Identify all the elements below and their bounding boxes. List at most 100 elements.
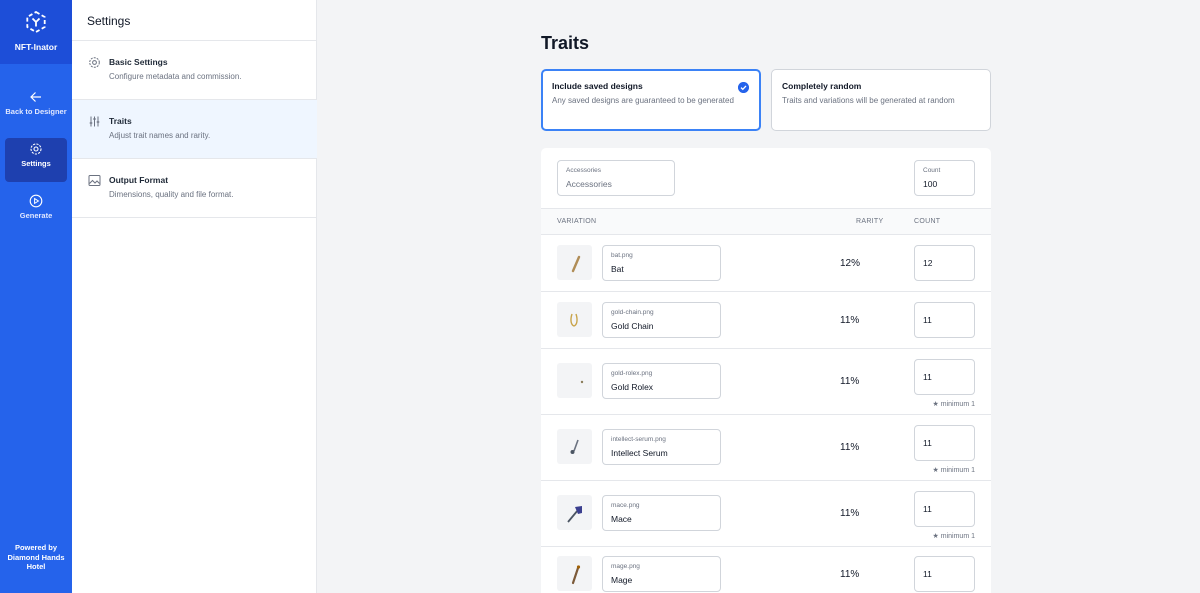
brand[interactable]: NFT-Inator: [0, 0, 72, 64]
count-value: 11: [923, 569, 932, 579]
powered-by: Powered by Diamond Hands Hotel: [7, 543, 65, 571]
app-rail: NFT-Inator Back to Designer Settings Gen…: [0, 0, 72, 593]
settings-item-traits[interactable]: Traits Adjust trait names and rarity.: [72, 100, 317, 159]
variation-name-field[interactable]: mace.png Mace: [602, 495, 721, 531]
variation-thumbnail[interactable]: [557, 245, 592, 280]
sliders-icon: [89, 116, 100, 127]
column-count: COUNT: [914, 218, 941, 225]
table-row: gold-rolex.png Gold Rolex 11% 11 ★ minim…: [541, 349, 991, 415]
variation-file: mage.png: [611, 563, 640, 570]
settings-item-output-format[interactable]: Output Format Dimensions, quality and fi…: [72, 159, 317, 218]
variation-name: Gold Rolex: [611, 382, 654, 392]
variation-name-field[interactable]: gold-rolex.png Gold Rolex: [602, 363, 721, 399]
bat-icon: [571, 255, 581, 273]
option-description: Any saved designs are guaranteed to be g…: [552, 96, 734, 105]
variation-thumbnail[interactable]: [557, 302, 592, 337]
table-row: mage.png Mage 11% 11: [541, 547, 991, 593]
variation-name: Gold Chain: [611, 321, 654, 331]
count-value: 11: [923, 315, 932, 325]
minimum-note: ★ minimum 1: [932, 401, 975, 408]
variation-file: bat.png: [611, 252, 633, 259]
count-value: 12: [923, 258, 933, 268]
variation-count-input[interactable]: 11: [914, 359, 975, 395]
panel-title: Settings: [87, 14, 131, 28]
variation-name: Intellect Serum: [611, 448, 668, 458]
variation-name-field[interactable]: bat.png Bat: [602, 245, 721, 281]
table-row: mace.png Mace 11% 11 ★ minimum 1: [541, 481, 991, 547]
variation-thumbnail[interactable]: [557, 363, 592, 398]
variation-name-field[interactable]: gold-chain.png Gold Chain: [602, 302, 721, 338]
variation-rarity: 11%: [840, 376, 860, 387]
table-header: VARIATION RARITY COUNT: [541, 208, 991, 235]
table-row: intellect-serum.png Intellect Serum 11% …: [541, 415, 991, 481]
gear-icon: [89, 57, 100, 68]
gear-icon: [30, 143, 42, 155]
minimum-note: ★ minimum 1: [932, 533, 975, 540]
field-value: Accessories: [566, 179, 612, 189]
trait-card: Accessories Accessories Count 100 VARIAT…: [541, 148, 991, 593]
settings-panel: Settings Basic Settings Configure metada…: [72, 0, 317, 593]
count-value: 11: [923, 372, 932, 382]
arrow-left-icon: [30, 92, 41, 102]
variation-rarity: 11%: [840, 569, 860, 580]
logo-icon: [26, 11, 46, 33]
page-title: Traits: [541, 33, 590, 53]
count-value: 11: [923, 504, 932, 514]
table-row: bat.png Bat 12% 12: [541, 235, 991, 292]
play-circle-icon: [29, 194, 43, 208]
main-content: Traits Include saved designs Any saved d…: [317, 0, 1200, 593]
column-variation: VARIATION: [557, 218, 597, 225]
variation-rarity: 11%: [840, 508, 860, 519]
rail-item-label: Generate: [19, 211, 53, 220]
option-completely-random[interactable]: Completely random Traits and variations …: [771, 69, 991, 131]
settings-item-description: Adjust trait names and rarity.: [109, 131, 211, 140]
settings-item-description: Dimensions, quality and file format.: [109, 190, 234, 199]
brand-name: NFT-Inator: [14, 42, 58, 52]
mace-icon: [567, 506, 582, 523]
settings-item-title: Traits: [109, 116, 132, 126]
variation-thumbnail[interactable]: [557, 495, 592, 530]
trait-count-field[interactable]: Count 100: [914, 160, 975, 196]
variation-file: intellect-serum.png: [611, 436, 666, 443]
image-icon: [88, 175, 101, 186]
trait-name-field[interactable]: Accessories Accessories: [557, 160, 675, 196]
option-description: Traits and variations will be generated …: [782, 96, 955, 105]
option-title: Completely random: [782, 81, 862, 91]
rail-generate[interactable]: Generate: [5, 190, 67, 234]
variation-rarity: 12%: [840, 258, 861, 269]
variation-file: gold-chain.png: [611, 309, 654, 316]
variation-count-input[interactable]: 12: [914, 245, 975, 281]
field-label: Count: [923, 167, 941, 174]
gold-rolex-icon: [580, 380, 584, 384]
variation-thumbnail[interactable]: [557, 429, 592, 464]
mage-staff-icon: [571, 565, 581, 585]
rail-item-label: Settings: [21, 159, 51, 168]
variation-count-input[interactable]: 11: [914, 302, 975, 338]
variation-name-field[interactable]: intellect-serum.png Intellect Serum: [602, 429, 721, 465]
variation-file: mace.png: [611, 502, 640, 509]
rail-settings[interactable]: Settings: [5, 138, 67, 182]
variation-count-input[interactable]: 11: [914, 556, 975, 592]
variation-name-field[interactable]: mage.png Mage: [602, 556, 721, 592]
intellect-serum-icon: [570, 439, 579, 454]
variation-name: Mage: [611, 575, 633, 585]
variation-name: Mace: [611, 514, 632, 524]
variation-count-input[interactable]: 11: [914, 425, 975, 461]
variation-thumbnail[interactable]: [557, 556, 592, 591]
variation-name: Bat: [611, 264, 624, 274]
option-title: Include saved designs: [552, 81, 643, 91]
settings-item-basic[interactable]: Basic Settings Configure metadata and co…: [72, 41, 317, 100]
variation-file: gold-rolex.png: [611, 370, 653, 377]
gold-chain-icon: [570, 313, 578, 327]
rail-back-to-designer[interactable]: Back to Designer: [5, 86, 67, 130]
variation-rarity: 11%: [840, 315, 860, 326]
count-value: 11: [923, 438, 932, 448]
settings-item-title: Output Format: [109, 175, 169, 185]
field-value: 100: [923, 179, 938, 189]
check-circle-icon: [738, 82, 749, 93]
settings-item-title: Basic Settings: [109, 57, 168, 67]
option-include-saved-designs[interactable]: Include saved designs Any saved designs …: [541, 69, 761, 131]
table-row: gold-chain.png Gold Chain 11% 11: [541, 292, 991, 349]
settings-item-description: Configure metadata and commission.: [109, 72, 242, 81]
variation-count-input[interactable]: 11: [914, 491, 975, 527]
